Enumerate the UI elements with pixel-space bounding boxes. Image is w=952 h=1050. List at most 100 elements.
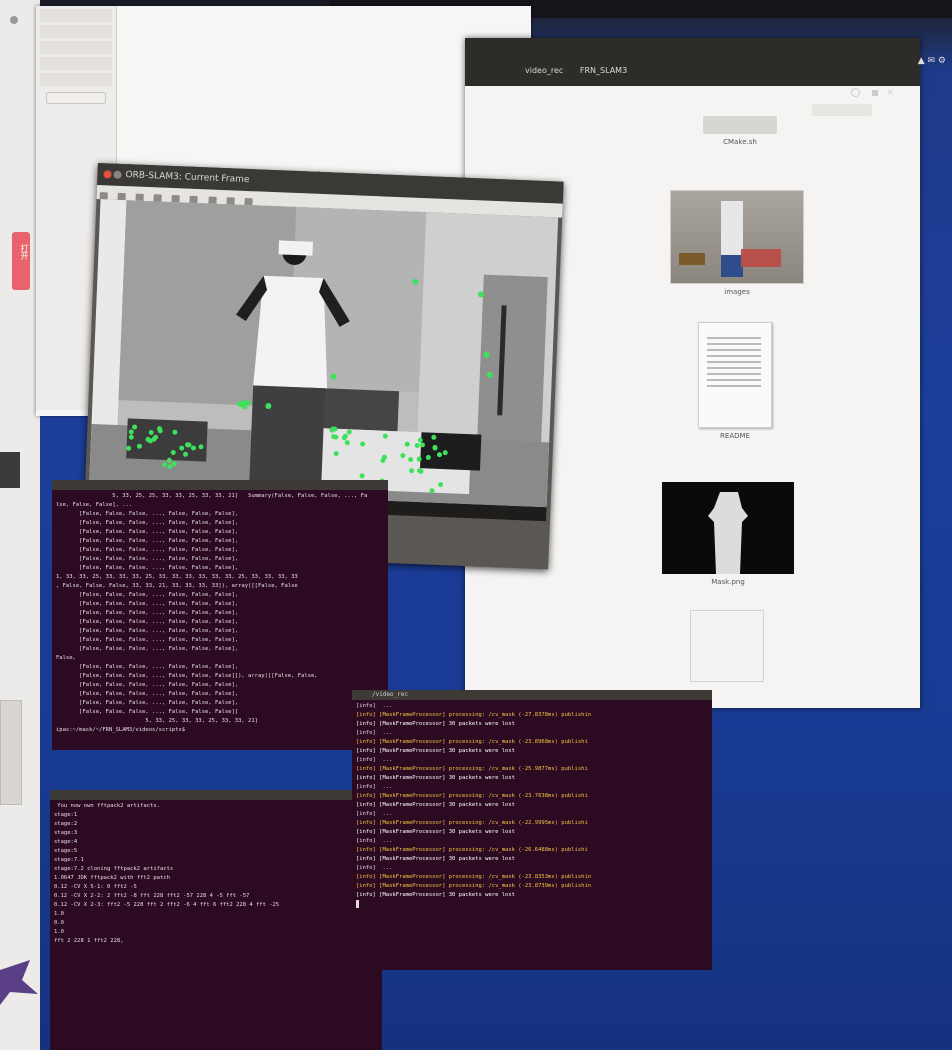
terminal-line: False, — [56, 655, 76, 661]
terminal-line: [False, False, False, ..., False, False,… — [56, 610, 239, 616]
terminal-output: You now own fftpack2 artifacts. stage:1 st… — [50, 790, 382, 946]
terminal-line: [info] ... — [356, 865, 393, 871]
terminal-line: [False, False, False, ..., False, False,… — [56, 682, 239, 688]
close-icon[interactable]: × — [886, 88, 894, 98]
open-button[interactable]: 打开 — [12, 232, 30, 290]
terminal-line: [False, False, False, ..., False, False,… — [56, 556, 239, 562]
terminal-output: 5, 33, 25, 25, 33, 33, 25, 33, 33, 21] S… — [52, 480, 388, 735]
terminal-line: [info] ... — [356, 838, 393, 844]
brand-logo-icon — [0, 960, 38, 1005]
terminal-line: stage:1 — [54, 812, 78, 818]
terminal-line: [info] [MaskFrameProcessor] 30 packets w… — [356, 775, 515, 781]
terminal-line: [info] [MaskFrameProcessor] 30 packets w… — [356, 748, 515, 754]
terminal-line: [info] ... — [356, 703, 393, 709]
file-item[interactable] — [687, 610, 767, 682]
terminal-line: [info] [MaskFrameProcessor] 30 packets w… — [356, 721, 515, 727]
window-close-icon[interactable] — [10, 16, 18, 24]
sidebar-button[interactable] — [46, 92, 106, 104]
terminal-line: [False, False, False, ..., False, False,… — [56, 565, 239, 571]
terminal-line: 1, 33, 33, 25, 33, 33, 33, 25, 33, 33, 3… — [56, 574, 298, 580]
terminal-title — [50, 790, 382, 800]
breadcrumb-item[interactable]: FRN_SLAM3 — [580, 66, 627, 75]
terminal-window[interactable]: You now own fftpack2 artifacts. stage:1 st… — [50, 790, 382, 1050]
sidebar-item[interactable] — [40, 9, 112, 22]
terminal-line: 0.12 -CV X 2-2: 2 fft2 -8 fft 228 fft2 -… — [54, 893, 250, 899]
terminal-line: [False, False, False, ..., False, False,… — [56, 673, 318, 679]
terminal-line: [False, False, False, ..., False, False,… — [56, 511, 239, 517]
camera-frame-image — [88, 199, 559, 508]
terminal-title: /video_rec — [352, 690, 712, 700]
terminal-line: [False, False, False, ..., False, False,… — [56, 700, 239, 706]
terminal-line: 1.0 — [54, 911, 64, 917]
mask-thumbnail-icon — [662, 482, 794, 574]
terminal-output: [info] ... [info] [MaskFrameProcessor] pr… — [352, 690, 712, 912]
file-item[interactable]: README — [690, 322, 780, 440]
file-manager-header: video_rec FRN_SLAM3 × — [465, 38, 920, 98]
terminal-line: [info] [MaskFrameProcessor] processing: … — [356, 883, 592, 889]
terminal-line: 1.0647 JDK fftpack2 with fft2 patch — [54, 875, 170, 881]
file-item[interactable]: CMake.sh — [700, 116, 780, 146]
terminal-line: stage:2 — [54, 821, 78, 827]
terminal-line: [False, False, False, ..., False, False,… — [56, 520, 239, 526]
terminal-line: fft 2 228 1 fft2 228, — [54, 938, 124, 944]
breadcrumb: video_rec FRN_SLAM3 — [525, 66, 641, 75]
terminal-title — [52, 480, 388, 490]
terminal-line: [False, False, False, ..., False, False,… — [56, 592, 239, 598]
file-name: Mask.png — [711, 578, 745, 586]
terminal-line: lse, False, False], ... — [56, 502, 133, 508]
terminal-line: stage:4 — [54, 839, 78, 845]
view-toggle-button[interactable] — [812, 104, 872, 116]
folder-icon — [703, 116, 777, 134]
terminal-line: [False, False, False, ..., False, False,… — [56, 664, 239, 670]
terminal-line: [False, False, False, ..., False, False,… — [56, 538, 239, 544]
file-name: CMake.sh — [723, 138, 757, 146]
terminal-line: [False, False, False, ..., False, False,… — [56, 709, 239, 715]
terminal-line: You now own fftpack2 artifacts. — [54, 803, 160, 809]
terminal-line: 1.0 — [54, 929, 64, 935]
terminal-line: [info] ... — [356, 784, 393, 790]
terminal-line: [info] [MaskFrameProcessor] processing: … — [356, 874, 592, 880]
breadcrumb-item[interactable]: video_rec — [525, 66, 563, 75]
terminal-window[interactable]: /video_rec [info] ... [info] [MaskFramePr… — [352, 690, 712, 970]
terminal-line: stage:5 — [54, 848, 78, 854]
file-name: images — [724, 288, 750, 296]
terminal-cursor — [356, 900, 359, 908]
terminal-line: [False, False, False, ..., False, False,… — [56, 547, 239, 553]
menu-icon[interactable] — [872, 90, 878, 96]
terminal-line: stage:7.2 cloning fftpack2 artifacts — [54, 866, 174, 872]
terminal-line: [False, False, False, ..., False, False,… — [56, 601, 239, 607]
terminal-window[interactable]: 5, 33, 25, 25, 33, 33, 25, 33, 33, 21] S… — [52, 480, 388, 750]
terminal-line: [info] [MaskFrameProcessor] 30 packets w… — [356, 829, 515, 835]
terminal-line: [False, False, False, ..., False, False,… — [56, 637, 239, 643]
terminal-line: [False, False, False, ..., False, False,… — [56, 529, 239, 535]
terminal-line: [info] ... — [356, 730, 393, 736]
image-thumbnail-icon — [670, 190, 804, 284]
desktop-screen: 打开 video_rec FRN_SLAM3 × CMake.sh images… — [0, 0, 952, 1050]
file-name: README — [720, 432, 750, 440]
document-icon — [698, 322, 772, 428]
left-window-edge: 打开 — [0, 0, 40, 1050]
terminal-line: [False, False, False, ..., False, False,… — [56, 619, 239, 625]
sidebar-item[interactable] — [40, 57, 112, 70]
terminal-line: [info] ... — [356, 811, 393, 817]
terminal-line: [False, False, False, ..., False, False,… — [56, 646, 239, 652]
terminal-line: 5, 33, 25, 33, 33, 25, 33, 33, 21] — [56, 718, 258, 724]
file-item[interactable]: Mask.png — [660, 482, 796, 586]
terminal-line: [info] [MaskFrameProcessor] 30 packets w… — [356, 892, 515, 898]
terminal-line: [info] ... — [356, 757, 393, 763]
sidebar-item[interactable] — [40, 73, 112, 86]
search-icon[interactable] — [851, 88, 860, 97]
terminal-line: [info] [MaskFrameProcessor] 30 packets w… — [356, 802, 515, 808]
terminal-line: ipas:~/mask/~/FRN_SLAM3/videos/scripts$ — [56, 727, 189, 733]
open-button-label: 打开 — [20, 244, 29, 260]
sidebar-item[interactable] — [40, 41, 112, 54]
sidebar-item[interactable] — [40, 25, 112, 38]
file-item[interactable]: images — [670, 190, 804, 296]
terminal-line: stage:7.1 — [54, 857, 84, 863]
document-icon — [690, 610, 764, 682]
left-scrollbar[interactable] — [0, 700, 22, 805]
terminal-line: 0.12 -CV X 2-3: fft2 -5 228 fft 2 fft2 -… — [54, 902, 280, 908]
terminal-line: [False, False, False, ..., False, False,… — [56, 691, 239, 697]
system-tray[interactable]: ▲ ✉ ⚙ — [918, 56, 946, 66]
terminal-line: 5, 33, 25, 25, 33, 33, 25, 33, 33, 21] S… — [56, 493, 368, 499]
